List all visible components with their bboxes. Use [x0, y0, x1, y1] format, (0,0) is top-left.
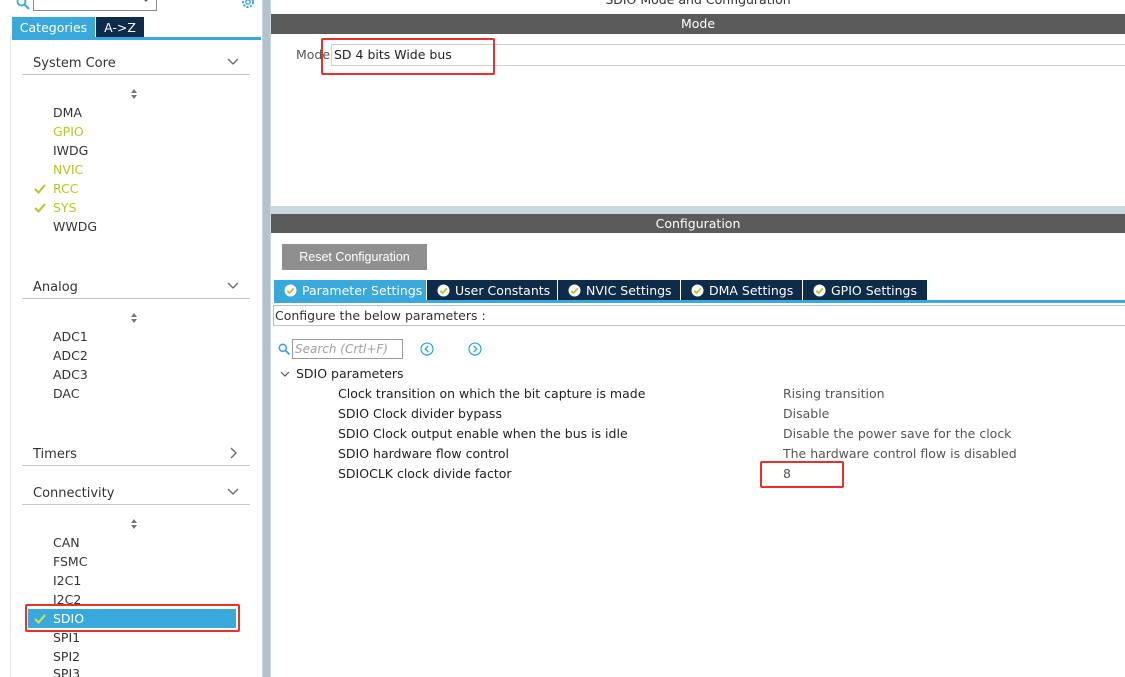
check-circle-icon — [437, 284, 450, 297]
section-label: Analog — [33, 280, 78, 295]
value-highlight-box — [760, 461, 844, 488]
list-item-wwdg[interactable]: WWDG — [53, 217, 97, 236]
configuration-band: Configuration — [271, 214, 1125, 233]
section-header-analog[interactable]: Analog — [22, 277, 250, 299]
list-item-sys[interactable]: SYS — [53, 198, 77, 217]
tab-gpio-settings[interactable]: GPIO Settings — [803, 280, 927, 301]
parameter-value[interactable]: Rising transition — [783, 386, 885, 401]
sdio-highlight-box — [25, 604, 240, 632]
chevron-right-icon[interactable] — [226, 447, 240, 459]
list-item-fsmc[interactable]: FSMC — [53, 552, 87, 571]
check-circle-icon — [284, 284, 297, 297]
mode-highlight-box — [321, 38, 495, 75]
section-header-connectivity[interactable]: Connectivity — [22, 483, 250, 505]
section-label: System Core — [33, 56, 116, 71]
chevron-down-icon[interactable] — [279, 368, 291, 380]
sort-updown-icon[interactable] — [128, 88, 140, 100]
configure-text: Configure the below parameters : — [275, 308, 486, 323]
parameter-value[interactable]: The hardware control flow is disabled — [783, 446, 1017, 461]
tab-label: DMA Settings — [709, 283, 794, 298]
tab-categories[interactable]: Categories — [12, 17, 95, 38]
tab-label: NVIC Settings — [586, 283, 672, 298]
tab-a-z[interactable]: A->Z — [96, 17, 144, 38]
chevron-down-icon[interactable] — [226, 486, 240, 498]
list-item-adc1[interactable]: ADC1 — [53, 327, 88, 346]
list-item-iwdg[interactable]: IWDG — [53, 141, 88, 160]
tab-label: GPIO Settings — [831, 283, 917, 298]
list-item-dma[interactable]: DMA — [53, 103, 82, 122]
check-icon — [34, 184, 46, 194]
list-item-adc2[interactable]: ADC2 — [53, 346, 88, 365]
splitter-handle[interactable] — [263, 0, 270, 677]
list-item-can[interactable]: CAN — [53, 533, 80, 552]
tab-underline — [274, 300, 1125, 303]
search-icon — [278, 343, 290, 355]
tab-label: User Constants — [455, 283, 551, 298]
list-item-spi3[interactable]: SPI3 — [53, 664, 80, 677]
next-result-icon[interactable] — [468, 342, 482, 356]
sort-updown-icon[interactable] — [128, 518, 140, 530]
list-item-nvic[interactable]: NVIC — [53, 160, 83, 179]
reset-configuration-button[interactable]: Reset Configuration — [282, 244, 427, 270]
mode-band: Mode — [271, 14, 1125, 34]
gear-icon[interactable] — [239, 0, 257, 10]
list-item-dac[interactable]: DAC — [53, 384, 79, 403]
parameter-name[interactable]: SDIO Clock output enable when the bus is… — [338, 426, 628, 441]
section-header-system-core[interactable]: System Core — [22, 53, 250, 75]
parameter-value[interactable]: Disable the power save for the clock — [783, 426, 1011, 441]
panel-divider[interactable] — [271, 206, 1125, 214]
section-header-timers[interactable]: Timers — [22, 444, 250, 466]
sort-updown-icon[interactable] — [128, 312, 140, 324]
category-list-border — [10, 36, 262, 677]
page-title: SDIO Mode and Configuration — [271, 0, 1125, 8]
section-label: Timers — [33, 447, 77, 462]
previous-result-icon[interactable] — [420, 342, 434, 356]
tab-parameter-settings[interactable]: Parameter Settings — [274, 280, 426, 301]
section-label: Connectivity — [33, 486, 115, 501]
chevron-down-icon[interactable] — [226, 280, 240, 292]
parameter-search-input[interactable]: Search (Crtl+F) — [292, 339, 403, 359]
parameter-name[interactable]: Clock transition on which the bit captur… — [338, 386, 645, 401]
category-search-input[interactable] — [33, 0, 157, 11]
list-item-rcc[interactable]: RCC — [53, 179, 79, 198]
tab-user-constants[interactable]: User Constants — [427, 280, 557, 301]
tab-nvic-settings[interactable]: NVIC Settings — [558, 280, 680, 301]
tab-label: Parameter Settings — [302, 283, 423, 298]
parameter-name[interactable]: SDIO hardware flow control — [338, 446, 509, 461]
check-circle-icon — [568, 284, 581, 297]
check-circle-icon — [691, 284, 704, 297]
parameter-group-label[interactable]: SDIO parameters — [296, 366, 404, 381]
list-item-i2c1[interactable]: I2C1 — [53, 571, 81, 590]
search-icon — [16, 0, 30, 10]
list-item-adc3[interactable]: ADC3 — [53, 365, 88, 384]
list-item-gpio[interactable]: GPIO — [53, 122, 84, 141]
chevron-down-icon[interactable] — [226, 56, 240, 68]
tab-dma-settings[interactable]: DMA Settings — [681, 280, 802, 301]
check-icon — [34, 203, 46, 213]
parameter-value[interactable]: Disable — [783, 406, 829, 421]
parameter-name[interactable]: SDIO Clock divider bypass — [338, 406, 502, 421]
left-panel: Categories A->Z System Core DMA GPIO IWD… — [0, 0, 262, 677]
parameter-name[interactable]: SDIOCLK clock divide factor — [338, 466, 512, 481]
check-circle-icon — [813, 284, 826, 297]
chevron-down-icon[interactable] — [141, 0, 151, 5]
